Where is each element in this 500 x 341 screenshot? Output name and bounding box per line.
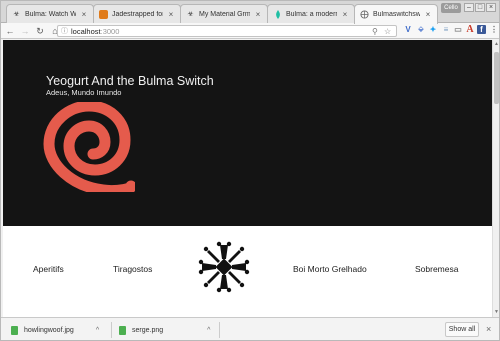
show-all-button[interactable]: Show all — [445, 322, 479, 337]
dropbox-icon[interactable]: ⬙ — [416, 25, 426, 35]
forward-icon[interactable]: → — [19, 25, 31, 37]
hero-subtitle: Adeus, Mundo Imundo — [46, 88, 122, 97]
tab-jadestrapped[interactable]: Jadestrapped for Co × — [93, 4, 181, 23]
download-item-serge[interactable]: serge.png ^ — [119, 322, 210, 338]
facebook-icon[interactable]: f — [477, 25, 486, 34]
close-icon[interactable]: × — [80, 10, 88, 19]
image-file-icon — [11, 325, 18, 335]
search-icon[interactable]: ⚲ — [372, 26, 378, 38]
address-bar[interactable]: ⓘ localhost:3000 ⚲ ☆ — [57, 25, 397, 37]
close-icon[interactable]: × — [341, 10, 349, 19]
download-item-howlingwoof[interactable]: howlingwoof.jpg ^ — [11, 322, 99, 338]
menu-item-tiragostos[interactable]: Tiragostos — [113, 264, 152, 274]
hero-section: Yeogurt And the Bulma Switch Adeus, Mund… — [3, 40, 492, 226]
window-close-button[interactable]: × — [486, 3, 496, 12]
star-icon[interactable]: ☆ — [384, 26, 391, 38]
hazard-icon: ☣ — [187, 10, 194, 18]
back-icon[interactable]: ← — [4, 25, 16, 37]
stack-icon[interactable]: ≡ — [441, 25, 451, 35]
reload-icon[interactable]: ↻ — [34, 25, 46, 37]
a-icon[interactable]: A — [465, 25, 475, 35]
close-icon[interactable]: × — [424, 10, 432, 19]
globe-icon — [360, 10, 369, 19]
hero-title: Yeogurt And the Bulma Switch — [46, 74, 214, 88]
tab-bulma-watch[interactable]: ☣ Bulma: Watch With × — [6, 4, 94, 23]
vee-icon[interactable]: V — [403, 25, 413, 35]
menu-icon[interactable]: ⋮ — [489, 25, 499, 35]
minimize-button[interactable]: – — [464, 3, 474, 12]
menu-item-aperitifs[interactable]: Aperitifs — [33, 264, 64, 274]
image-file-icon — [119, 325, 126, 335]
spiral-logo-icon — [43, 102, 135, 192]
teal-drop-icon — [273, 9, 282, 19]
page-scrollbar[interactable]: ▲ ▼ — [492, 40, 499, 317]
profile-badge[interactable]: Cello — [441, 3, 461, 13]
downloads-bar: howlingwoof.jpg ^ serge.png ^ Show all × — [1, 317, 499, 340]
scroll-thumb[interactable] — [494, 52, 499, 104]
orange-square-icon — [99, 9, 108, 19]
menu-section: Aperitifs Tiragostos Boi Morto Grelhado … — [3, 226, 492, 317]
tab-bulmaswitchswatch[interactable]: Bulmaswitchswatch × — [354, 4, 438, 24]
page-viewport: Yeogurt And the Bulma Switch Adeus, Mund… — [3, 40, 492, 317]
chevron-up-icon[interactable]: ^ — [96, 327, 99, 334]
maximize-button[interactable]: □ — [475, 3, 485, 12]
occitan-cross-icon — [198, 241, 250, 293]
info-icon: ⓘ — [61, 28, 68, 35]
menu-item-boi-morto[interactable]: Boi Morto Grelhado — [293, 264, 367, 274]
browser-window: ☣ Bulma: Watch With × Jadestrapped for C… — [0, 0, 500, 341]
close-icon[interactable]: × — [167, 10, 175, 19]
scroll-up-icon[interactable]: ▲ — [493, 41, 499, 48]
tab-material-grml[interactable]: ☣ My Material Grml × — [180, 4, 268, 23]
tab-bulma-modern[interactable]: Bulma: a modern CS × — [267, 4, 355, 23]
chevron-up-icon[interactable]: ^ — [207, 327, 210, 334]
menu-item-sobremesa[interactable]: Sobremesa — [415, 264, 458, 274]
download-separator — [111, 322, 112, 338]
close-icon[interactable]: × — [486, 324, 491, 334]
scroll-down-icon[interactable]: ▼ — [493, 309, 499, 316]
hazard-icon: ☣ — [13, 10, 20, 18]
close-icon[interactable]: × — [254, 10, 262, 19]
reader-icon[interactable]: ▭ — [453, 25, 463, 35]
twitter-icon[interactable]: ✦ — [428, 25, 438, 35]
download-separator — [219, 322, 220, 338]
tab-strip: ☣ Bulma: Watch With × Jadestrapped for C… — [1, 1, 499, 24]
